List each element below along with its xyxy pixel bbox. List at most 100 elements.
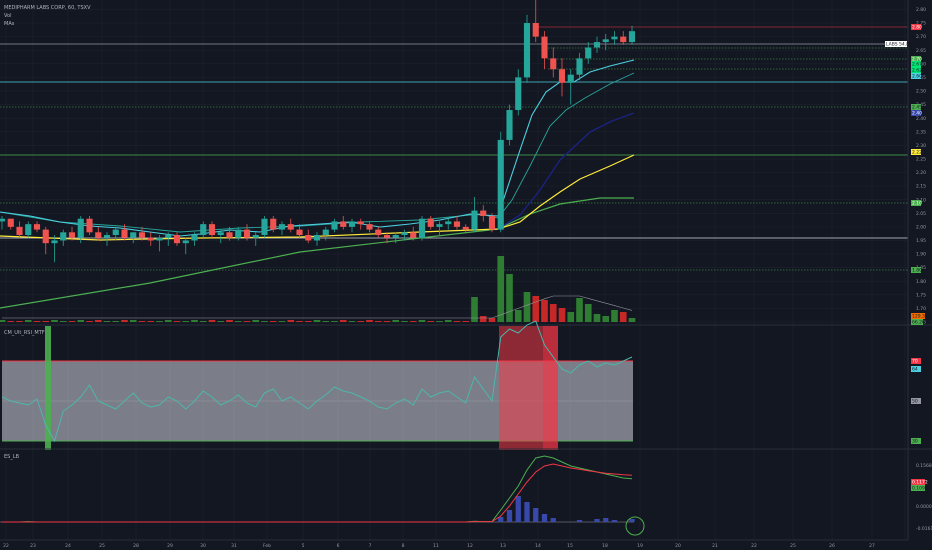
time-tick-label: 22 [3, 543, 9, 549]
lb-histogram-bar [576, 520, 583, 522]
chart-background [0, 0, 932, 550]
volume-bar [348, 321, 356, 322]
price-tick-label: 2.70 [916, 34, 926, 40]
volume-bar [296, 321, 303, 322]
time-tick-label: 20 [675, 543, 681, 549]
volume-bar [506, 274, 513, 322]
volume-bar [77, 320, 85, 322]
time-tick-label: 6 [337, 543, 340, 549]
time-tick-label: 22 [751, 543, 757, 549]
time-tick-label: 29 [167, 543, 173, 549]
price-chart[interactable]: CM_Ult_RSI_MTF ES_LB MEDIPHARM LABS CORP… [0, 0, 932, 550]
axis-tag-red_level: 2.80 [912, 25, 922, 31]
axis-tag-green_3: 2.62 [912, 68, 922, 74]
candle-body [138, 232, 146, 238]
candle-body [497, 139, 504, 230]
volume-bar [94, 320, 102, 322]
chart-root[interactable]: CM_Ult_RSI_MTF ES_LB MEDIPHARM LABS CORP… [0, 0, 932, 550]
volume-bar [593, 314, 601, 322]
candle-body [313, 235, 321, 241]
volume-bar [234, 321, 242, 322]
candle-body [331, 221, 338, 230]
volume-bar [436, 321, 443, 322]
price-tick-label: 2.25 [916, 157, 926, 163]
price-tick-label: 2.20 [916, 170, 926, 176]
time-tick-label: 27 [869, 543, 875, 549]
candle-body [16, 226, 23, 236]
volume-bar [156, 321, 163, 322]
time-tick-label: 25 [790, 543, 796, 549]
price-tick-label: 2.00 [916, 224, 926, 230]
candle-body [620, 36, 627, 43]
volume-bar [628, 318, 636, 322]
legend-symbol: MEDIPHARM LABS CORP, 60, TSXV [4, 5, 91, 11]
volume-bar [182, 321, 190, 322]
price-tick-label: 1.75 [916, 292, 926, 298]
volume-bar [173, 321, 181, 322]
volume-bar [59, 321, 67, 322]
lb-histogram-bar [533, 508, 539, 522]
volume-bar [418, 320, 426, 322]
volume-bar [462, 321, 470, 322]
volume-bar [68, 321, 76, 322]
volume-bar [33, 321, 41, 322]
price-tick-label: 2.50 [916, 89, 926, 95]
volume-bar [576, 298, 583, 322]
candle-body [488, 216, 496, 230]
candle-body [558, 69, 566, 83]
time-tick-label: 30 [200, 543, 206, 549]
time-tick-label: 8 [402, 543, 405, 549]
volume-bar [226, 320, 233, 322]
volume-bar [278, 321, 286, 322]
candle-body [296, 229, 303, 236]
lb-title: ES_LB [4, 454, 20, 460]
candle-body [147, 237, 154, 241]
lb-histogram-bar [603, 518, 609, 522]
lb-histogram-bar [524, 502, 530, 522]
candle-body [628, 31, 636, 43]
candle-body [112, 229, 119, 236]
volume-bar [217, 321, 225, 322]
volume-bar [584, 304, 592, 322]
candle-body [182, 240, 189, 244]
volume-bar [16, 321, 23, 322]
axis-tag-lb_green: 0.1092 [912, 486, 928, 492]
candle-body [322, 229, 329, 236]
candle-body [532, 23, 539, 37]
rsi-overbought-highlight [499, 326, 543, 450]
candle-body [165, 235, 172, 238]
axis-tag-rsi_mid: 50 [912, 399, 918, 405]
time-tick-label: 28 [133, 543, 139, 549]
axis-tag-rsi_lower: 30 [912, 439, 918, 445]
time-tick-label: 14 [535, 543, 541, 549]
candle-body [60, 232, 67, 241]
price-tick-label: 2.40 [916, 116, 926, 122]
legend-mas: MAs [4, 21, 15, 27]
candle-body [348, 221, 356, 227]
candle-body [340, 221, 347, 227]
volume-bar [392, 320, 400, 322]
candle-body [585, 47, 592, 59]
volume-bar [7, 321, 15, 322]
volume-bar [199, 321, 207, 322]
candle-body [33, 224, 41, 230]
price-tick-label: 1.90 [916, 252, 926, 258]
axis-tag-yellow_ma: 2.22 [912, 150, 922, 156]
axis-tag-green_2: 2.67 [912, 62, 922, 68]
axis-tag-green_6: 2.10 [912, 201, 922, 207]
candle-body [436, 224, 443, 227]
lb-histogram-bar [515, 496, 521, 522]
volume-bar [523, 292, 531, 322]
candle-body [366, 224, 373, 230]
volume-bar [497, 256, 505, 322]
volume-bar [611, 310, 618, 322]
volume-bar [444, 320, 452, 322]
volume-bar [409, 321, 417, 322]
volume-bar [401, 321, 408, 322]
candle-body [480, 210, 487, 216]
candle-body [68, 232, 76, 238]
candle-body [252, 235, 259, 238]
rsi-title: CM_Ult_RSI_MTF [4, 330, 45, 336]
candle-body [130, 232, 137, 238]
candle-body [156, 237, 163, 241]
